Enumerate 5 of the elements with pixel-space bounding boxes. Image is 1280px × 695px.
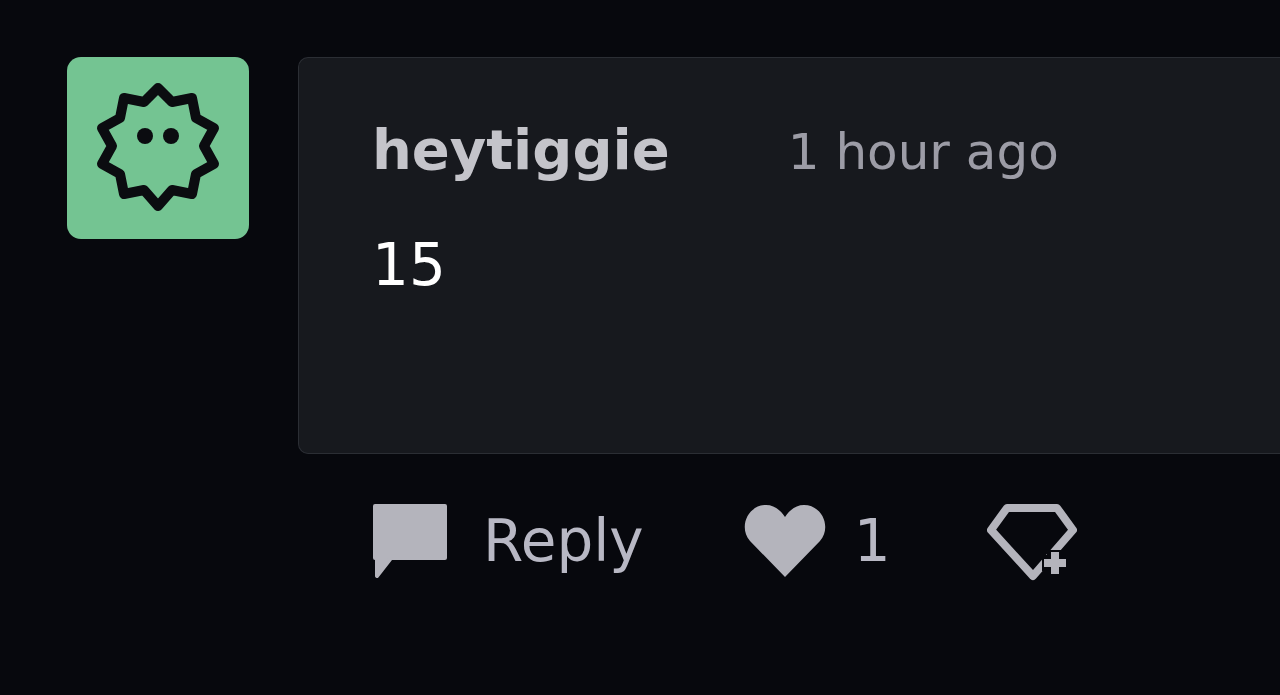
like-button[interactable]: 1 xyxy=(741,501,891,581)
avatar[interactable] xyxy=(67,57,249,239)
reply-button[interactable]: Reply xyxy=(369,500,644,582)
comment-text: 15 xyxy=(372,236,447,294)
timestamp: 1 hour ago xyxy=(787,127,1059,177)
